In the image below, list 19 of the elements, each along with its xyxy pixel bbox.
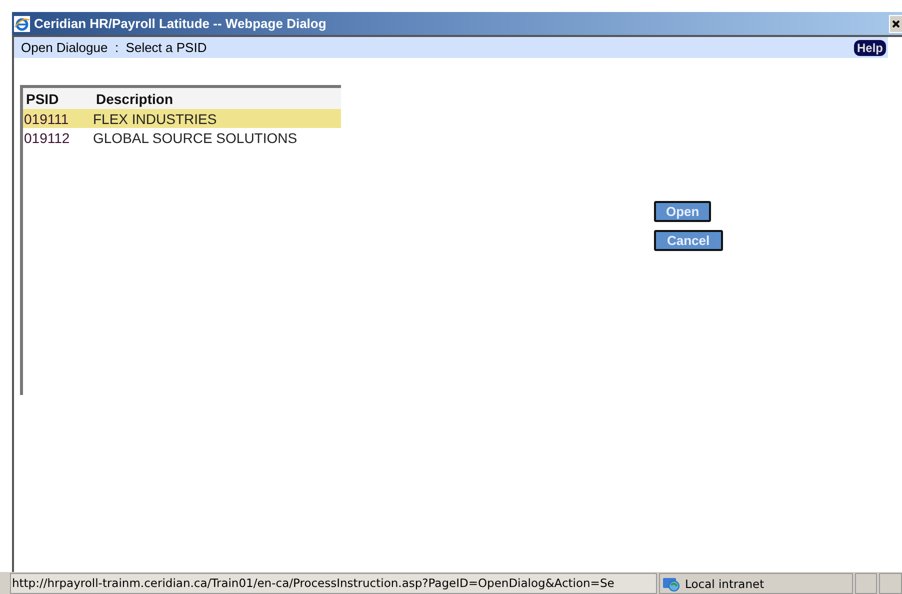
list-row[interactable]: 019112 GLOBAL SOURCE SOLUTIONS — [23, 128, 341, 147]
status-panel — [855, 573, 877, 594]
list-row[interactable]: 019111 FLEX INDUSTRIES — [23, 109, 341, 128]
column-header: Description — [95, 90, 174, 106]
zone-label: Local intranet — [685, 576, 764, 590]
psid-cell-text: 019111 — [23, 110, 70, 126]
globe-icon — [662, 576, 680, 592]
close-icon — [892, 20, 900, 28]
description-cell: FLEX INDUSTRIES — [93, 110, 217, 126]
dialog-heading: Open Dialogue : Select a PSID — [21, 40, 207, 55]
psid-cell-text: 019112 — [23, 130, 71, 146]
status-url: http://hrpayroll-trainm.ceridian.ca/Train01/en-ca/ProcessInstruction.asp?PageID=OpenDialog&Action=Se — [10, 573, 657, 594]
help-button[interactable]: Help — [854, 40, 886, 56]
status-panel — [879, 573, 902, 594]
description-cell: GLOBAL SOURCE SOLUTIONS — [93, 130, 298, 146]
browser-icon — [14, 16, 30, 32]
close-button[interactable] — [889, 15, 902, 33]
window-title: Ceridian HR/Payroll Latitude -- Webpage Dialog — [34, 16, 326, 31]
column-header: PSID — [25, 90, 60, 106]
